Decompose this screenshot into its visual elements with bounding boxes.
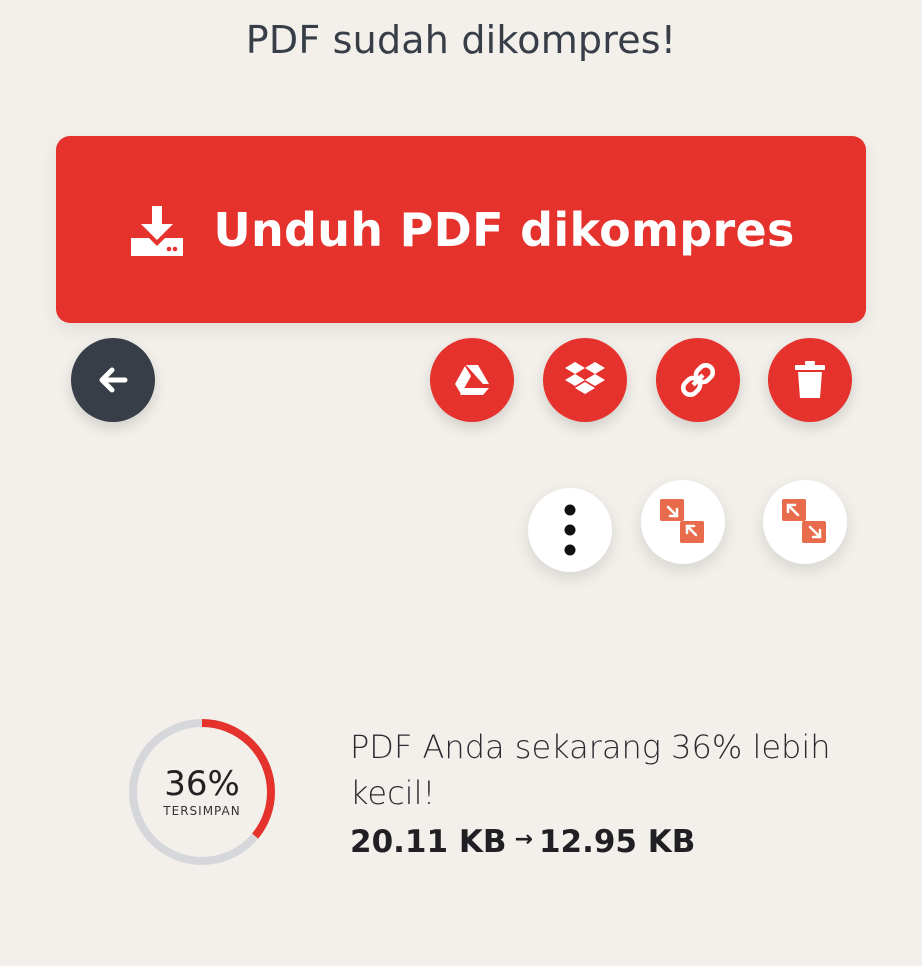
new-size: 12.95 KB [538, 824, 696, 860]
result-message: PDF Anda sekarang 36% lebih kecil! [350, 728, 831, 812]
page-title: PDF sudah dikompres! [245, 18, 677, 62]
back-button[interactable] [71, 338, 155, 422]
trash-icon [795, 361, 825, 398]
dropbox-icon [565, 362, 605, 394]
size-arrow: → [514, 826, 533, 852]
result-summary: PDF Anda sekarang 36% lebih kecil! 20.11… [350, 724, 870, 860]
expand-icon [782, 499, 826, 543]
more-vertical-icon [564, 504, 576, 556]
copy-link-button[interactable] [656, 338, 740, 422]
savings-ring: 36% TERSIMPAN [126, 716, 278, 868]
savings-caption: TERSIMPAN [163, 804, 241, 818]
delete-button[interactable] [768, 338, 852, 422]
google-drive-button[interactable] [430, 338, 514, 422]
arrow-left-icon [99, 367, 128, 393]
download-icon [131, 205, 184, 256]
dropbox-button[interactable] [543, 338, 627, 422]
download-compressed-pdf-button[interactable]: Unduh PDF dikompres [56, 136, 866, 323]
original-size: 20.11 KB [350, 824, 507, 860]
expand-button[interactable] [763, 480, 847, 564]
google-drive-icon [455, 365, 489, 395]
compress-icon [660, 499, 704, 543]
savings-percent: 36% [164, 764, 240, 804]
link-icon [680, 362, 716, 398]
download-button-label: Unduh PDF dikompres [213, 202, 795, 257]
more-options-button[interactable] [528, 488, 612, 572]
compress-again-button[interactable] [641, 480, 725, 564]
size-comparison: 20.11 KB → 12.95 KB [350, 824, 870, 860]
